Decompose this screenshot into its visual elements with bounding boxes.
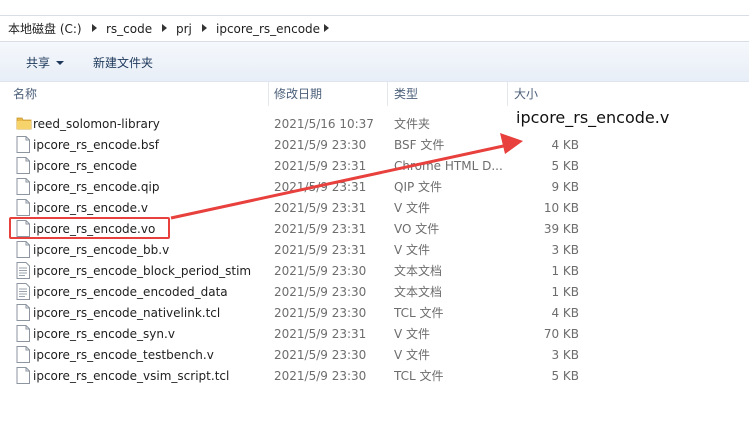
annotation-arrow [170,133,523,220]
annotation-label: ipcore_rs_encode.v [516,108,670,127]
